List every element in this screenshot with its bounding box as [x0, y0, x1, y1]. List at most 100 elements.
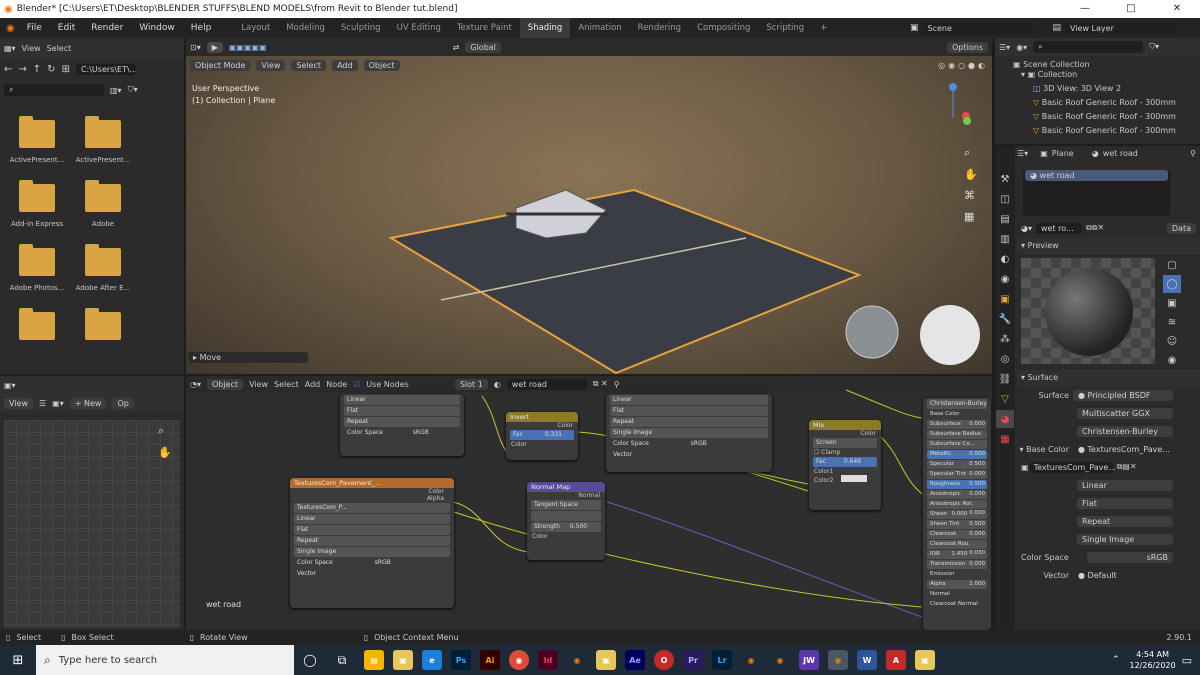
filter-icon[interactable]: ⛉▾	[128, 85, 138, 95]
cortana-icon[interactable]: ◯	[294, 653, 326, 667]
tab-compositing[interactable]: Compositing	[689, 18, 758, 38]
blender-icon-active[interactable]: ◉	[828, 650, 848, 670]
bsdf-input-row[interactable]: Normal	[927, 590, 987, 599]
interpolation-selector[interactable]: Linear	[1077, 479, 1173, 491]
open-image-button[interactable]: Op	[112, 397, 134, 409]
preview-sphere-icon[interactable]: ◯	[1163, 275, 1181, 293]
refresh-icon[interactable]: ↻	[47, 64, 55, 75]
blender-icon-2[interactable]: ◉	[741, 650, 761, 670]
notification-icon[interactable]: ▭	[1182, 654, 1192, 667]
editor-type-icon[interactable]: ▦▾	[4, 44, 16, 53]
bsdf-input-row[interactable]: Clearcoat Normal	[927, 600, 987, 609]
menu-file[interactable]: File	[19, 23, 50, 33]
bsdf-input-row[interactable]: Anisotropic 0.000	[927, 490, 987, 499]
image-browse-icon[interactable]: ▣▾	[52, 399, 64, 408]
normal-map-node[interactable]: Normal Map Normal Tangent Space Strength…	[527, 482, 605, 560]
material-slot-list[interactable]: ◕ wet road	[1023, 170, 1170, 216]
menu-edit[interactable]: Edit	[50, 23, 83, 33]
material-slot[interactable]: ◕ wet road	[1025, 170, 1168, 181]
path-field[interactable]: C:\Users\ET\...	[75, 63, 136, 75]
preview-cube-icon[interactable]: ▣	[1163, 294, 1181, 312]
constraints-tab-icon[interactable]: ⛓	[996, 370, 1014, 388]
menu-window[interactable]: Window	[131, 23, 183, 33]
display-mode-icon[interactable]: ◉▾	[1016, 43, 1027, 52]
outliner-item[interactable]: ▽ Basic Roof Generic Roof - 300mm	[995, 126, 1200, 136]
grid-icon[interactable]: ▦	[964, 210, 978, 223]
folder-item[interactable]: ActivePresent...	[70, 114, 136, 164]
surface-panel-header[interactable]: ▾ Surface	[1017, 370, 1200, 386]
surface-shader-selector[interactable]: ● Principled BSDF	[1073, 389, 1173, 401]
bsdf-input-row[interactable]: Roughness 0.500	[927, 480, 987, 489]
data-tab-icon[interactable]: ▽	[996, 390, 1014, 408]
view-layer-selector[interactable]: View Layer	[1065, 22, 1176, 34]
minimize-button[interactable]: —	[1062, 0, 1108, 18]
pan-hand-icon[interactable]: ✋	[158, 446, 172, 459]
blender-menu-icon[interactable]: ◉	[0, 23, 19, 34]
windows-start-icon[interactable]: ⊞	[0, 653, 36, 668]
folder-icon-2[interactable]: ▣	[915, 650, 935, 670]
material-tab-icon[interactable]: ◕	[996, 410, 1014, 428]
tab-rendering[interactable]: Rendering	[630, 18, 689, 38]
tab-texture-paint[interactable]: Texture Paint	[449, 18, 520, 38]
projection-selector[interactable]: Flat	[1077, 497, 1173, 509]
tab-shading[interactable]: Shading	[519, 18, 571, 38]
image-texture-node-top[interactable]: Linear Flat Repeat Color Space sRGB	[340, 394, 464, 456]
pan-hand-icon[interactable]: ✋	[964, 168, 978, 181]
acrobat-icon[interactable]: A	[886, 650, 906, 670]
word-icon[interactable]: W	[857, 650, 877, 670]
photoshop-icon[interactable]: Ps	[451, 650, 471, 670]
explorer-icon[interactable]: ▣	[393, 650, 413, 670]
tool-tab-icon[interactable]: ⚒	[996, 170, 1014, 188]
premiere-icon[interactable]: Pr	[683, 650, 703, 670]
image-selector[interactable]: TexturesCom_P...	[294, 503, 450, 513]
outliner-item[interactable]: ▽ Basic Roof Generic Roof - 300mm	[995, 112, 1200, 126]
outliner-item[interactable]: ▾ ▣ Collection	[995, 70, 1200, 84]
outliner-search-input[interactable]: ⌕	[1033, 41, 1144, 53]
folder-item[interactable]	[70, 306, 136, 340]
maximize-button[interactable]: □	[1108, 0, 1154, 18]
material-name-field[interactable]: wet ro...	[1036, 222, 1082, 234]
lightroom-icon[interactable]: Lr	[712, 650, 732, 670]
render-tab-icon[interactable]: ◫	[996, 190, 1014, 208]
navigation-gizmo[interactable]	[928, 82, 978, 132]
zoom-icon[interactable]: ⌕	[158, 424, 164, 438]
link-selector[interactable]: Data	[1166, 222, 1196, 234]
particles-tab-icon[interactable]: ⁂	[996, 330, 1014, 348]
preview-flat-icon[interactable]: ▢	[1163, 256, 1181, 274]
jw-icon[interactable]: JW	[799, 650, 819, 670]
world-tab-icon[interactable]: ◉	[996, 270, 1014, 288]
tray-chevron-icon[interactable]: ⌃	[1112, 655, 1120, 665]
indesign-icon[interactable]: Id	[538, 650, 558, 670]
display-mode-icon[interactable]: ▥▾	[110, 86, 122, 95]
3d-viewport[interactable]: ⊡▾ ▶ ▣▣▣▣▣ ⇄ Global Options Object Mode …	[186, 38, 992, 374]
blender-icon[interactable]: ◉	[567, 650, 587, 670]
bsdf-input-row[interactable]: Metallic 0.000	[927, 450, 987, 459]
pin-icon[interactable]: ⚲	[1190, 149, 1196, 158]
zoom-icon[interactable]: ⌕	[964, 146, 978, 160]
scene-tab-icon[interactable]: ◐	[996, 250, 1014, 268]
editor-type-icon[interactable]: ☰▾	[999, 43, 1010, 52]
store-icon[interactable]: ▤	[364, 650, 384, 670]
filter-icon[interactable]: ⛉▾	[1149, 42, 1159, 52]
folder-icon[interactable]: ▣	[596, 650, 616, 670]
vector-input-link[interactable]: ● Default	[1073, 570, 1173, 581]
road-plane[interactable]	[388, 188, 862, 374]
folder-item[interactable]: Adobe	[70, 178, 136, 228]
output-tab-icon[interactable]: ▤	[996, 210, 1014, 228]
bsdf-input-row[interactable]: Alpha 1.000	[927, 580, 987, 589]
new-image-button[interactable]: + New	[69, 397, 107, 409]
folder-item[interactable]: Adobe Photos...	[4, 242, 70, 292]
bsdf-input-row[interactable]: Subsurface Co...	[927, 440, 987, 449]
edge-icon[interactable]: e	[422, 650, 442, 670]
outliner-item[interactable]: ▽ Basic Roof Generic Roof - 300mm	[995, 98, 1200, 112]
principled-bsdf-node[interactable]: Christensen-Burley Base Color Subsurface 0…	[923, 398, 991, 630]
node-editor[interactable]: ◔▾ Object View Select Add Node ☑ Use Nod…	[186, 376, 992, 630]
folder-item[interactable]	[4, 306, 70, 340]
tab-uv-editing[interactable]: UV Editing	[389, 18, 449, 38]
blender-icon-3[interactable]: ◉	[770, 650, 790, 670]
color-space-selector[interactable]: sRGB	[1087, 551, 1173, 563]
view-layer-tab-icon[interactable]: ▥	[996, 230, 1014, 248]
add-workspace-icon[interactable]: +	[812, 18, 835, 38]
back-icon[interactable]: ←	[4, 64, 12, 75]
image-name-field[interactable]: TexturesCom_Pave...	[1028, 461, 1116, 473]
